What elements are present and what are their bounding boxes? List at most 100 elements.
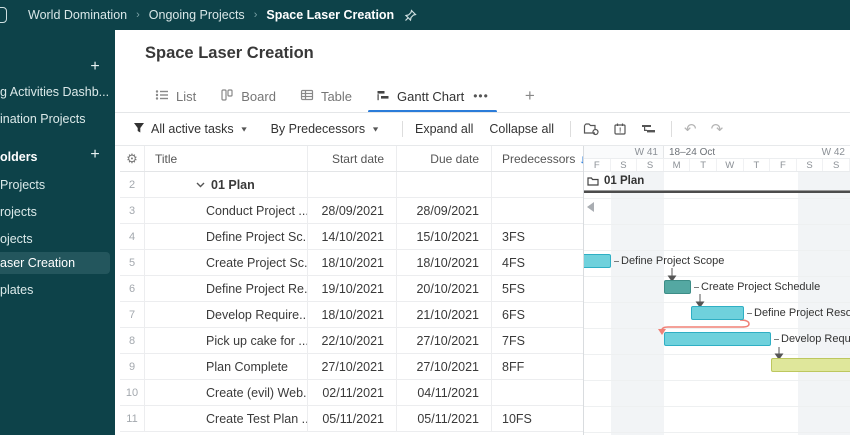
gantt-bar-create-project-schedule[interactable] — [664, 280, 691, 294]
task-title[interactable]: Pick up cake for ... — [145, 328, 308, 353]
chevron-down-icon[interactable] — [196, 180, 205, 189]
add-item-button[interactable]: + — [85, 57, 105, 77]
predecessor[interactable] — [492, 172, 583, 197]
table-row[interactable]: 3 Conduct Project ... 28/09/2021 28/09/2… — [120, 198, 583, 224]
table-row[interactable]: 5 Create Project Sc... 18/10/2021 18/10/… — [120, 250, 583, 276]
day-cell: T — [690, 159, 717, 171]
tab-board[interactable]: Board — [208, 80, 288, 112]
sidebar-item-domination-projects[interactable]: ination Projects — [0, 108, 115, 130]
start-date[interactable]: 27/10/2021 — [308, 354, 397, 379]
task-title[interactable]: Plan Complete — [145, 354, 308, 379]
pin-icon[interactable] — [404, 8, 417, 22]
start-date[interactable] — [308, 172, 397, 197]
predecessor[interactable] — [492, 380, 583, 405]
breadcrumb-item-space-laser-creation[interactable]: Space Laser Creation — [266, 8, 394, 22]
subtask-icon[interactable] — [641, 122, 657, 136]
predecessor[interactable]: 7FS — [492, 328, 583, 353]
due-date[interactable]: 28/09/2021 — [397, 198, 492, 223]
task-title[interactable]: Develop Require... — [145, 302, 308, 327]
start-date[interactable]: 02/11/2021 — [308, 380, 397, 405]
toolbar-divider — [402, 121, 403, 137]
start-date[interactable]: 28/09/2021 — [308, 198, 397, 223]
gantt-bar-pick-up-cake[interactable] — [771, 358, 850, 372]
add-view-button[interactable]: + — [517, 86, 543, 106]
weekend-shading — [797, 172, 850, 435]
table-row[interactable]: 11 Create Test Plan ... 05/11/2021 05/11… — [120, 406, 583, 432]
filter-dropdown[interactable]: All active tasks ▼ — [133, 122, 249, 137]
redo-icon[interactable]: ↷ — [711, 120, 724, 138]
chevron-down-icon: ▼ — [239, 125, 249, 133]
task-title[interactable]: Conduct Project ... — [145, 198, 308, 223]
tab-gantt-chart[interactable]: Gantt Chart ••• — [364, 80, 501, 113]
column-header-due-date[interactable]: Due date — [397, 146, 492, 171]
workspace-home-icon[interactable] — [0, 7, 7, 23]
predecessor[interactable]: 8FF — [492, 354, 583, 379]
group-by-dropdown[interactable]: By Predecessors ▼ — [271, 122, 380, 136]
predecessor[interactable]: 10FS — [492, 406, 583, 431]
start-date[interactable]: 22/10/2021 — [308, 328, 397, 353]
due-date[interactable]: 05/11/2021 — [397, 406, 492, 431]
task-title[interactable]: Define Project Sc... — [145, 224, 308, 249]
gantt-body[interactable]: 01 Plan Define Project Scope Create Proj… — [584, 172, 850, 435]
column-header-title[interactable]: Title — [145, 146, 308, 171]
expand-all-button[interactable]: Expand all — [415, 122, 473, 136]
sidebar-item-projects-1[interactable]: Projects — [0, 174, 115, 196]
sidebar-item-projects-3[interactable]: ojects — [0, 228, 115, 250]
due-date[interactable]: 04/11/2021 — [397, 380, 492, 405]
task-title[interactable]: Create Test Plan ... — [145, 406, 308, 431]
gantt-bar-develop-requirements[interactable] — [664, 332, 771, 346]
start-date[interactable]: 18/10/2021 — [308, 250, 397, 275]
sidebar-item-templates[interactable]: plates — [0, 279, 115, 301]
add-project-icon[interactable] — [583, 122, 599, 136]
predecessor[interactable] — [492, 198, 583, 223]
table-row[interactable]: 8 Pick up cake for ... 22/10/2021 27/10/… — [120, 328, 583, 354]
table-row[interactable]: 2 01 Plan — [120, 172, 583, 198]
due-date[interactable]: 27/10/2021 — [397, 354, 492, 379]
start-date[interactable]: 18/10/2021 — [308, 302, 397, 327]
sidebar-item-activities-dashboard[interactable]: g Activities Dashb... — [0, 81, 115, 103]
table-row[interactable]: 7 Develop Require... 18/10/2021 21/10/20… — [120, 302, 583, 328]
tab-more-icon[interactable]: ••• — [473, 89, 489, 103]
breadcrumb-bar: World Domination › Ongoing Projects › Sp… — [0, 0, 850, 30]
gantt-chart-panel[interactable]: W 41 18–24 Oct W 42 F S S M T W T F S S — [583, 146, 850, 435]
due-date[interactable]: 18/10/2021 — [397, 250, 492, 275]
table-settings-gear-icon[interactable]: ⚙ — [120, 146, 145, 171]
table-row[interactable]: 10 Create (evil) Web... 02/11/2021 04/11… — [120, 380, 583, 406]
gantt-bar-define-project-resources[interactable] — [691, 306, 744, 320]
undo-icon[interactable]: ↶ — [684, 120, 697, 138]
column-header-predecessors[interactable]: Predecessors ↓ — [492, 146, 585, 171]
table-row[interactable]: 9 Plan Complete 27/10/2021 27/10/2021 8F… — [120, 354, 583, 380]
due-date[interactable]: 27/10/2021 — [397, 328, 492, 353]
gantt-bar-define-project-scope[interactable] — [584, 254, 611, 268]
due-date[interactable] — [397, 172, 492, 197]
predecessor[interactable]: 3FS — [492, 224, 583, 249]
start-date[interactable]: 14/10/2021 — [308, 224, 397, 249]
collapse-all-button[interactable]: Collapse all — [489, 122, 554, 136]
predecessor[interactable]: 6FS — [492, 302, 583, 327]
predecessor[interactable]: 5FS — [492, 276, 583, 301]
due-date[interactable]: 20/10/2021 — [397, 276, 492, 301]
offscreen-task-left-indicator[interactable] — [587, 202, 594, 212]
milestone-icon[interactable]: ! — [613, 122, 627, 136]
tab-list[interactable]: List — [143, 80, 208, 112]
add-folder-button[interactable]: + — [85, 145, 105, 165]
task-title[interactable]: Create Project Sc... — [145, 250, 308, 275]
column-header-start-date[interactable]: Start date — [308, 146, 397, 171]
breadcrumb-item-ongoing-projects[interactable]: Ongoing Projects — [149, 8, 245, 22]
sidebar-item-projects-2[interactable]: rojects — [0, 201, 115, 223]
tab-table[interactable]: Table — [288, 80, 364, 112]
table-row[interactable]: 4 Define Project Sc... 14/10/2021 15/10/… — [120, 224, 583, 250]
due-date[interactable]: 15/10/2021 — [397, 224, 492, 249]
tab-list-label: List — [176, 88, 197, 104]
start-date[interactable]: 05/11/2021 — [308, 406, 397, 431]
breadcrumb-item-world-domination[interactable]: World Domination — [28, 8, 127, 22]
task-title[interactable]: Define Project Re... — [145, 276, 308, 301]
start-date[interactable]: 19/10/2021 — [308, 276, 397, 301]
sidebar-item-space-laser-creation[interactable]: aser Creation — [0, 252, 110, 274]
table-row[interactable]: 6 Define Project Re... 19/10/2021 20/10/… — [120, 276, 583, 302]
task-title-group[interactable]: 01 Plan — [145, 172, 308, 197]
predecessor[interactable]: 4FS — [492, 250, 583, 275]
toolbar-divider — [671, 121, 672, 137]
task-title[interactable]: Create (evil) Web... — [145, 380, 308, 405]
due-date[interactable]: 21/10/2021 — [397, 302, 492, 327]
